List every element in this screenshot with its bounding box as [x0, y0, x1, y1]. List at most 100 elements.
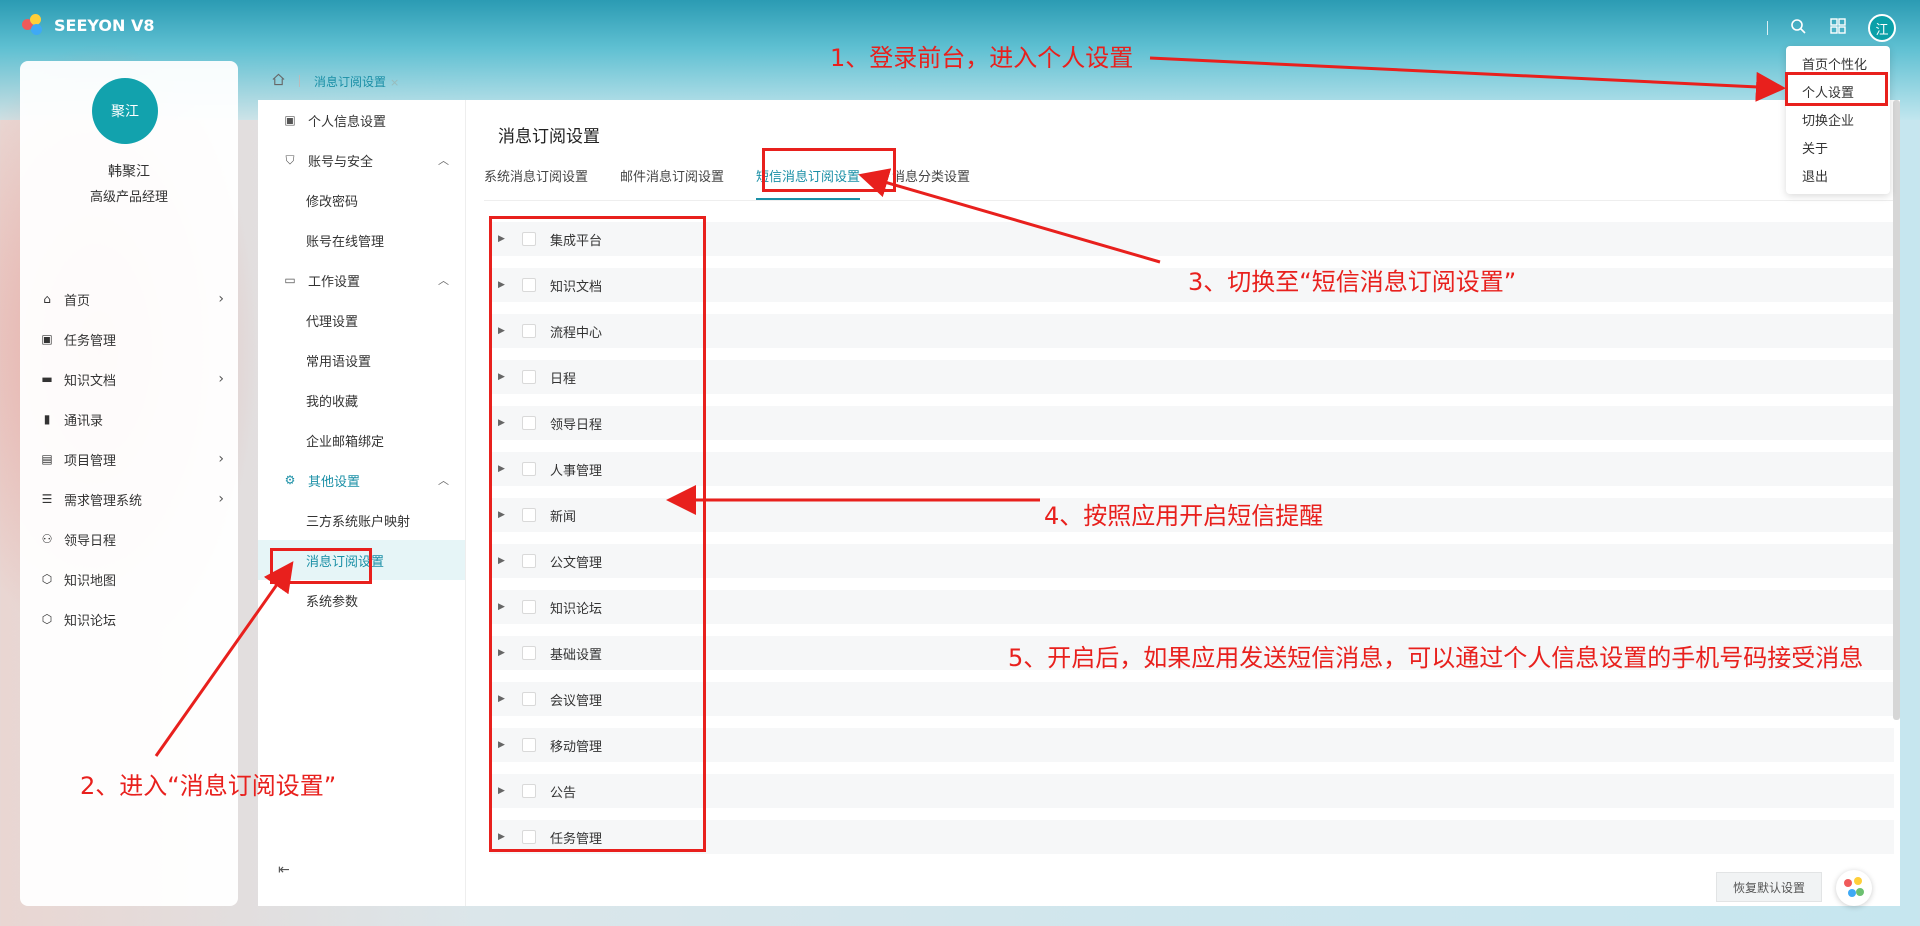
- collapse-menu-icon[interactable]: ⇤: [278, 862, 290, 878]
- nav-item-label: 领导日程: [64, 533, 117, 549]
- highlight-personal-settings: [1785, 72, 1888, 106]
- logo-text: SEEYON V8: [54, 15, 155, 35]
- nav-item-projects[interactable]: ▤ 项目管理 ›: [20, 439, 238, 479]
- nav-item-label: 知识论坛: [64, 613, 117, 629]
- menu-item-about[interactable]: 关于: [1786, 136, 1890, 164]
- clipboard-icon: ▤: [41, 452, 53, 466]
- avatar[interactable]: 聚江: [92, 78, 158, 144]
- highlight-app-list: [489, 216, 706, 852]
- nav-item-label: 首页: [64, 293, 91, 309]
- briefcase-icon: ▭: [284, 273, 296, 287]
- settings-item-label: 我的收藏: [306, 394, 359, 410]
- settings-item-label: 账号在线管理: [306, 234, 385, 250]
- chevron-right-icon: ›: [218, 451, 224, 467]
- top-toolbar: 江: [1767, 14, 1896, 42]
- menu-item-logout[interactable]: 退出: [1786, 164, 1890, 192]
- settings-group-account-security[interactable]: ⛉ 账号与安全 ︿: [258, 140, 465, 180]
- settings-group-work[interactable]: ▭ 工作设置 ︿: [258, 260, 465, 300]
- annotation-step2: 2、进入“消息订阅设置”: [80, 772, 337, 800]
- settings-item-label: 企业邮箱绑定: [306, 434, 385, 450]
- settings-group-other[interactable]: ⚙ 其他设置 ︿: [258, 460, 465, 500]
- nav-item-knowledge-docs[interactable]: ▬ 知识文档 ›: [20, 359, 238, 399]
- annotation-step5: 5、开启后，如果应用发送短信消息，可以通过个人信息设置的手机号码接受消息: [1008, 644, 1864, 672]
- user-name: 韩聚江: [108, 164, 150, 180]
- nav-item-leader-schedule[interactable]: ⚇ 领导日程: [20, 519, 238, 559]
- tabs-divider: [484, 200, 1900, 201]
- task-icon: ▣: [41, 332, 53, 346]
- chevron-up-icon: ︿: [438, 474, 449, 487]
- settings-item-label: 修改密码: [306, 194, 359, 210]
- settings-item-label: 代理设置: [306, 314, 359, 330]
- chevron-up-icon: ︿: [438, 274, 449, 287]
- user-title: 高级产品经理: [89, 190, 168, 205]
- highlight-sms-tab: [762, 148, 896, 192]
- toolbar-divider: [1767, 21, 1768, 35]
- list-icon: ☰: [41, 492, 53, 506]
- annotation-step4: 4、按照应用开启短信提醒: [1044, 502, 1324, 530]
- nav-item-label: 任务管理: [64, 333, 117, 349]
- search-icon[interactable]: [1788, 18, 1808, 38]
- chevron-up-icon: ︿: [438, 154, 449, 167]
- nav-item-requirements[interactable]: ☰ 需求管理系统 ›: [20, 479, 238, 519]
- shield-icon: ⛉: [285, 152, 295, 167]
- nav-item-label: 知识地图: [64, 573, 117, 589]
- gear-icon: ⚙: [284, 473, 296, 487]
- settings-item-change-password[interactable]: 修改密码: [258, 180, 465, 220]
- settings-item-favorites[interactable]: 我的收藏: [258, 380, 465, 420]
- settings-item-personal-info[interactable]: ▣ 个人信息设置: [258, 100, 465, 140]
- chevron-right-icon: ›: [218, 371, 224, 387]
- settings-group-label: 工作设置: [308, 274, 361, 290]
- apps-grid-icon[interactable]: [1828, 18, 1848, 38]
- cube-icon: ⬡: [41, 572, 53, 586]
- settings-group-label: 其他设置: [308, 474, 361, 490]
- logo-mark-icon: [22, 14, 44, 36]
- assistant-float-icon[interactable]: [1836, 870, 1872, 906]
- close-icon[interactable]: ×: [390, 76, 399, 89]
- user-dropdown-menu: 首页个性化 个人设置 切换企业 关于 退出: [1786, 46, 1890, 194]
- id-card-icon: ▣: [284, 113, 296, 127]
- nav-item-tasks[interactable]: ▣ 任务管理: [20, 319, 238, 359]
- home-icon[interactable]: [272, 73, 285, 89]
- main-nav: ⌂ 首页 › ▣ 任务管理 ▬ 知识文档 › ▮ 通讯录 ▤ 项目管理 › ☰ 需求管理系统 › ⚇…: [20, 279, 238, 639]
- settings-item-account-online[interactable]: 账号在线管理: [258, 220, 465, 260]
- annotation-step3: 3、切换至“短信消息订阅设置”: [1188, 268, 1517, 296]
- tab-message-category[interactable]: 消息分类设置: [892, 164, 970, 200]
- cube-icon: ⬡: [41, 612, 53, 626]
- people-icon: ⚇: [41, 532, 53, 546]
- settings-item-third-party[interactable]: 三方系统账户映射: [258, 500, 465, 540]
- settings-item-label: 三方系统账户映射: [306, 514, 411, 530]
- home-icon: ⌂: [43, 292, 51, 306]
- nav-item-knowledge-forum[interactable]: ⬡ 知识论坛: [20, 599, 238, 639]
- highlight-message-subscription: [270, 548, 372, 584]
- settings-group-label: 账号与安全: [308, 154, 374, 170]
- settings-item-common-phrases[interactable]: 常用语设置: [258, 340, 465, 380]
- menu-item-switch-company[interactable]: 切换企业: [1786, 108, 1890, 136]
- nav-item-label: 需求管理系统: [64, 493, 143, 509]
- user-avatar-button[interactable]: 江: [1868, 14, 1896, 42]
- nav-item-contacts[interactable]: ▮ 通讯录: [20, 399, 238, 439]
- nav-item-label: 知识文档: [64, 373, 117, 389]
- settings-item-mailbox-binding[interactable]: 企业邮箱绑定: [258, 420, 465, 460]
- tab-system-message[interactable]: 系统消息订阅设置: [484, 164, 588, 200]
- nav-item-knowledge-map[interactable]: ⬡ 知识地图: [20, 559, 238, 599]
- nav-item-home[interactable]: ⌂ 首页 ›: [20, 279, 238, 319]
- tabs: 系统消息订阅设置 邮件消息订阅设置 短信消息订阅设置 消息分类设置: [484, 164, 970, 200]
- restore-default-button[interactable]: 恢复默认设置: [1715, 872, 1822, 902]
- tab-email-message[interactable]: 邮件消息订阅设置: [620, 164, 724, 200]
- chevron-right-icon: ›: [218, 291, 224, 307]
- settings-item-system-params[interactable]: 系统参数: [258, 580, 465, 620]
- tab-message-subscription[interactable]: 消息订阅设置 ×: [314, 73, 399, 90]
- settings-item-label: 系统参数: [306, 594, 359, 610]
- tab-label: 消息订阅设置: [314, 74, 387, 89]
- scrollbar[interactable]: [1893, 100, 1900, 720]
- folder-icon: ▬: [41, 372, 53, 386]
- app-logo[interactable]: SEEYON V8: [22, 14, 154, 36]
- settings-item-label: 常用语设置: [306, 354, 372, 370]
- chevron-right-icon: ›: [218, 491, 224, 507]
- nav-item-label: 通讯录: [64, 413, 104, 429]
- breadcrumb-divider: [299, 75, 300, 87]
- annotation-step1: 1、登录前台，进入个人设置: [830, 44, 1134, 72]
- settings-item-proxy[interactable]: 代理设置: [258, 300, 465, 340]
- breadcrumb: 消息订阅设置 ×: [258, 66, 399, 96]
- settings-item-label: 个人信息设置: [308, 114, 387, 130]
